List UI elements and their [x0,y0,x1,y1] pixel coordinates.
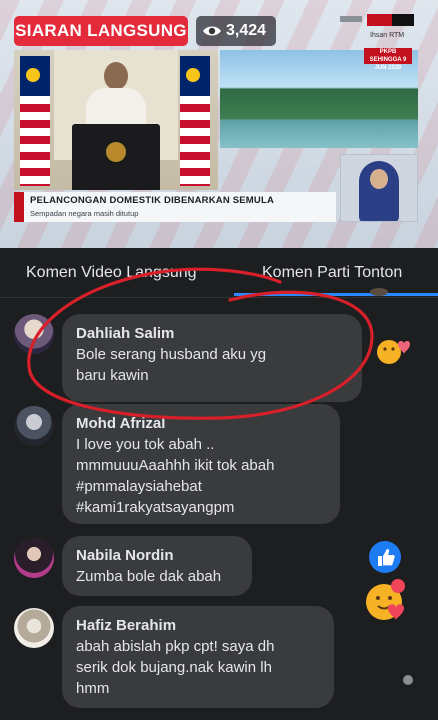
avatar[interactable] [14,608,54,648]
care-emoji-icon [366,579,405,620]
commenter-name[interactable]: Nabila Nordin [76,546,238,566]
live-video-player[interactable]: PELANCONGAN DOMESTIK DIBENARKAN SEMULA S… [0,0,438,248]
caption-subtitle: Sempadan negara masih ditutup [30,209,139,218]
press-conference-frame [14,50,218,190]
comment-text: Bole serang husband aku yg baru kawin [76,346,267,384]
comment-item: Dahliah Salim Bole serang husband aku yg… [0,310,438,402]
viewer-count: 3,424 [226,22,267,39]
commenter-name[interactable]: Mohd Afrizal [76,414,326,434]
comment-item: Mohd Afrizal I love you tok abah .. mmmu… [0,402,438,526]
sign-language-interpreter [340,154,418,222]
avatar[interactable] [14,406,54,446]
live-badge: SIARAN LANGSUNG [14,16,188,46]
like-icon [369,541,401,573]
malaysia-flag-right [180,56,210,186]
comment-bubble[interactable]: Dahliah Salim Bole serang husband aku yg… [62,314,362,402]
care-emoji-icon [377,340,410,364]
comment-text: abah abislah pkp cpt! saya dh serik dok … [76,638,275,697]
viewer-count-badge: 3,424 [196,16,276,46]
commenter-name[interactable]: Hafiz Berahim [76,616,320,636]
avatar[interactable] [14,538,54,578]
news-caption: PELANCONGAN DOMESTIK DIBENARKAN SEMULA S… [14,192,336,222]
avatar[interactable] [14,314,54,354]
small-emoji-icon [403,675,413,685]
scroll-thumb-icon [370,288,388,296]
channel-logo: Ihsan RTM [340,10,422,44]
caption-title: PELANCONGAN DOMESTIK DIBENARKAN SEMULA [30,195,275,206]
comment-bubble[interactable]: Hafiz Berahim abah abislah pkp cpt! saya… [62,606,334,708]
comment-bubble[interactable]: Mohd Afrizal I love you tok abah .. mmmu… [62,404,340,524]
active-tab-indicator [234,293,438,296]
malaysia-flag-left [20,56,50,186]
commenter-name[interactable]: Dahliah Salim [76,324,348,344]
comment-text: Zumba bole dak abah [76,568,222,585]
tab-watch-party-comments[interactable]: Komen Parti Tonton [262,264,402,282]
eye-icon [203,26,221,36]
date-tag: PKPB SEHINGGA 9 JUN 2020 [364,48,412,71]
comment-text: I love you tok abah .. mmmuuuAaahhh ikit… [76,436,275,516]
podium [72,124,160,190]
channel-sub: Ihsan RTM [370,32,405,39]
comment-bubble[interactable]: Nabila Nordin Zumba bole dak abah [62,536,252,596]
comment-item: Hafiz Berahim abah abislah pkp cpt! saya… [0,579,438,712]
tab-live-comments[interactable]: Komen Video Langsung [26,264,197,282]
